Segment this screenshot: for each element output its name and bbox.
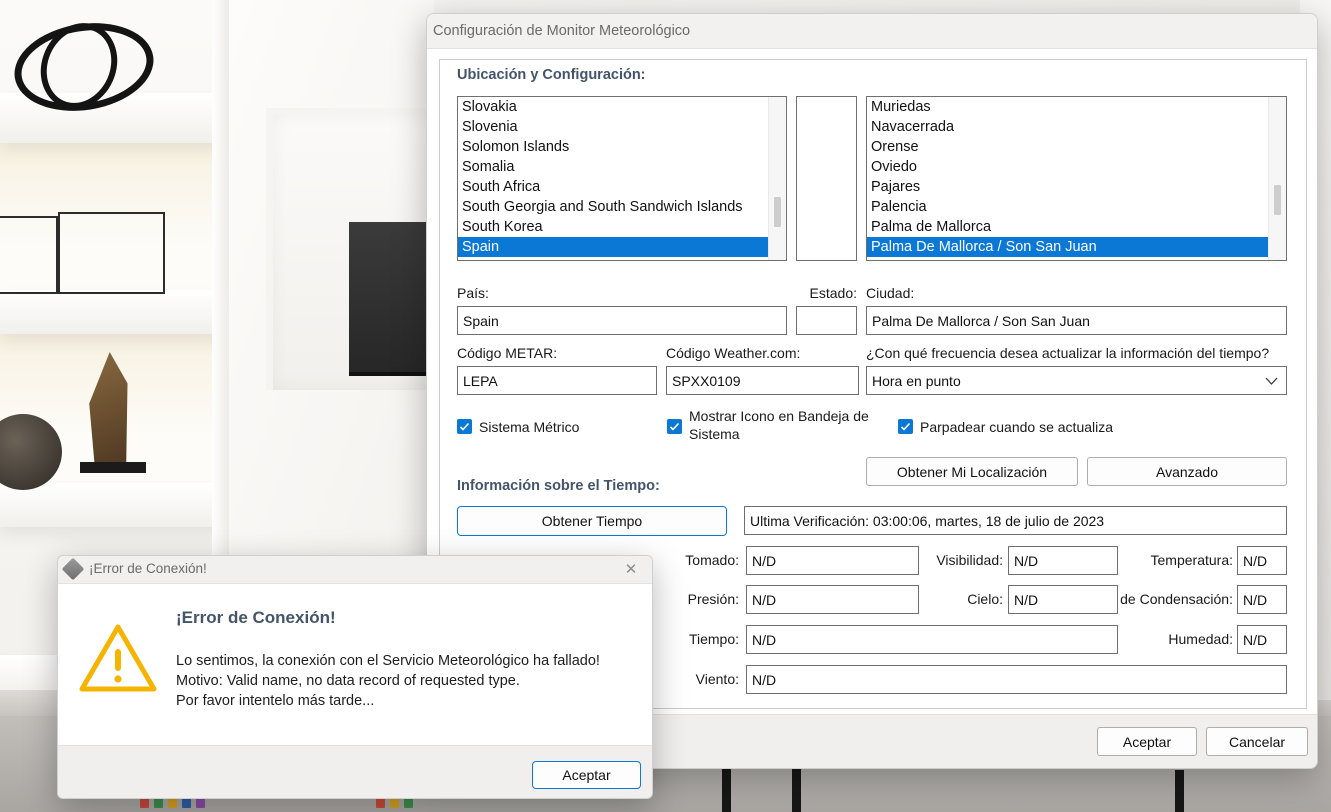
background-glass-box-1 — [0, 216, 58, 294]
background-glass-box-2 — [58, 212, 165, 294]
city-listbox[interactable]: Muriedas Navacerrada Orense Oviedo Pajar… — [866, 96, 1287, 261]
list-item[interactable]: Muriedas — [867, 97, 1286, 117]
get-my-location-button[interactable]: Obtener Mi Localización — [866, 457, 1078, 486]
list-item[interactable]: Slovenia — [458, 117, 786, 137]
metar-code-label: Código METAR: — [457, 344, 557, 362]
weather-field[interactable]: N/D — [746, 625, 1118, 654]
state-label: Estado: — [796, 284, 857, 302]
weather-info-section-title: Información sobre el Tiempo: — [457, 478, 660, 494]
state-input[interactable] — [796, 306, 857, 335]
weather-label: Tiempo: — [657, 625, 739, 654]
app-diamond-icon — [62, 558, 85, 581]
sky-label: Cielo: — [923, 585, 1003, 614]
blink-on-update-checkbox[interactable] — [898, 419, 913, 434]
metric-system-checkbox[interactable] — [457, 419, 472, 434]
scrollbar-thumb[interactable] — [1274, 185, 1281, 215]
last-check-field: Ultima Verificación: 03:00:06, martes, 1… — [744, 506, 1287, 535]
weather-code-input[interactable]: SPXX0109 — [666, 366, 859, 395]
error-title-bar[interactable]: ¡Error de Conexión! ✕ — [58, 556, 652, 584]
list-item[interactable]: Slovakia — [458, 97, 786, 117]
dew-point-field[interactable]: N/D — [1237, 585, 1287, 614]
visibility-label: Visibilidad: — [923, 546, 1003, 575]
error-message-line-3: Por favor intentelo más tarde... — [176, 693, 374, 709]
temperature-label: Temperatura: — [1125, 546, 1233, 575]
humidity-field[interactable]: N/D — [1237, 625, 1287, 654]
background-furniture-leg-3 — [1175, 770, 1184, 812]
group-title-location: Ubicación y Configuración: — [457, 67, 646, 83]
main-window-title: Configuración de Monitor Meteorológico — [433, 23, 690, 39]
country-label: País: — [457, 284, 489, 302]
taken-label: Tomado: — [657, 546, 739, 575]
wind-label: Viento: — [657, 665, 739, 694]
screen: Configuración de Monitor Meteorológico U… — [0, 0, 1331, 812]
accept-button[interactable]: Aceptar — [1097, 727, 1197, 756]
taken-field[interactable]: N/D — [746, 546, 919, 575]
tray-icon-label-line2[interactable]: Sistema — [689, 425, 740, 443]
background-furniture-leg-2 — [792, 766, 801, 812]
list-item[interactable]: Orense — [867, 137, 1286, 157]
background-shelf-2 — [0, 290, 222, 334]
main-title-bar[interactable]: Configuración de Monitor Meteorológico — [427, 14, 1317, 49]
list-item-selected[interactable]: Palma De Mallorca / Son San Juan — [867, 237, 1286, 257]
list-item[interactable]: Somalia — [458, 157, 786, 177]
metric-system-label[interactable]: Sistema Métrico — [479, 418, 579, 436]
country-input[interactable]: Spain — [457, 306, 787, 335]
background-shelf-3 — [0, 483, 222, 527]
update-frequency-label: ¿Con qué frecuencia desea actualizar la … — [866, 344, 1269, 362]
humidity-label: Humedad: — [1125, 625, 1233, 654]
blink-on-update-label[interactable]: Parpadear cuando se actualiza — [920, 418, 1113, 436]
list-item[interactable]: Palencia — [867, 197, 1286, 217]
list-item-selected[interactable]: Spain — [458, 237, 786, 257]
update-frequency-select[interactable]: Hora en punto — [866, 366, 1287, 395]
connection-error-dialog: ¡Error de Conexión! ✕ ¡Error de Conexión… — [57, 555, 653, 799]
close-icon[interactable]: ✕ — [615, 558, 647, 580]
city-list-scrollbar[interactable] — [1268, 97, 1286, 260]
list-item[interactable]: Oviedo — [867, 157, 1286, 177]
pressure-field[interactable]: N/D — [746, 585, 919, 614]
country-list-scrollbar[interactable] — [768, 97, 786, 260]
temperature-field[interactable]: N/D — [1237, 546, 1287, 575]
list-item[interactable]: South Africa — [458, 177, 786, 197]
scrollbar-thumb[interactable] — [774, 197, 781, 227]
list-item[interactable]: Palma de Mallorca — [867, 217, 1286, 237]
list-item[interactable]: South Korea — [458, 217, 786, 237]
warning-triangle-icon — [79, 623, 157, 698]
tray-icon-checkbox[interactable] — [667, 419, 682, 434]
background-wood-sculpture-base — [80, 462, 146, 473]
pressure-label: Presión: — [657, 585, 739, 614]
list-item[interactable]: Navacerrada — [867, 117, 1286, 137]
dew-point-label: de Condensación: — [1103, 585, 1233, 614]
list-item[interactable]: Pajares — [867, 177, 1286, 197]
weather-code-label: Código Weather.com: — [666, 344, 800, 362]
background-furniture-leg-1 — [722, 766, 731, 812]
get-weather-button[interactable]: Obtener Tiempo — [457, 506, 727, 536]
error-message-line-2: Motivo: Valid name, no data record of re… — [176, 673, 520, 689]
wind-field[interactable]: N/D — [746, 665, 1287, 694]
city-input[interactable]: Palma De Mallorca / Son San Juan — [866, 306, 1287, 335]
tray-icon-label-line1[interactable]: Mostrar Icono en Bandeja de — [689, 407, 869, 425]
update-frequency-value: Hora en punto — [872, 373, 961, 389]
state-listbox[interactable] — [796, 96, 857, 261]
error-heading: ¡Error de Conexión! — [176, 608, 336, 628]
error-accept-button[interactable]: Aceptar — [532, 761, 641, 789]
error-window-title: ¡Error de Conexión! — [89, 561, 207, 576]
sky-field[interactable]: N/D — [1008, 585, 1118, 614]
chevron-down-icon — [1265, 373, 1278, 389]
metar-code-input[interactable]: LEPA — [457, 366, 657, 395]
list-item[interactable]: Solomon Islands — [458, 137, 786, 157]
advanced-button[interactable]: Avanzado — [1087, 457, 1287, 486]
country-listbox[interactable]: Slovakia Slovenia Solomon Islands Somali… — [457, 96, 787, 261]
list-item[interactable]: South Georgia and South Sandwich Islands — [458, 197, 786, 217]
visibility-field[interactable]: N/D — [1008, 546, 1118, 575]
error-message-line-1: Lo sentimos, la conexión con el Servicio… — [176, 653, 600, 669]
city-label: Ciudad: — [866, 284, 914, 302]
cancel-button[interactable]: Cancelar — [1206, 727, 1308, 756]
